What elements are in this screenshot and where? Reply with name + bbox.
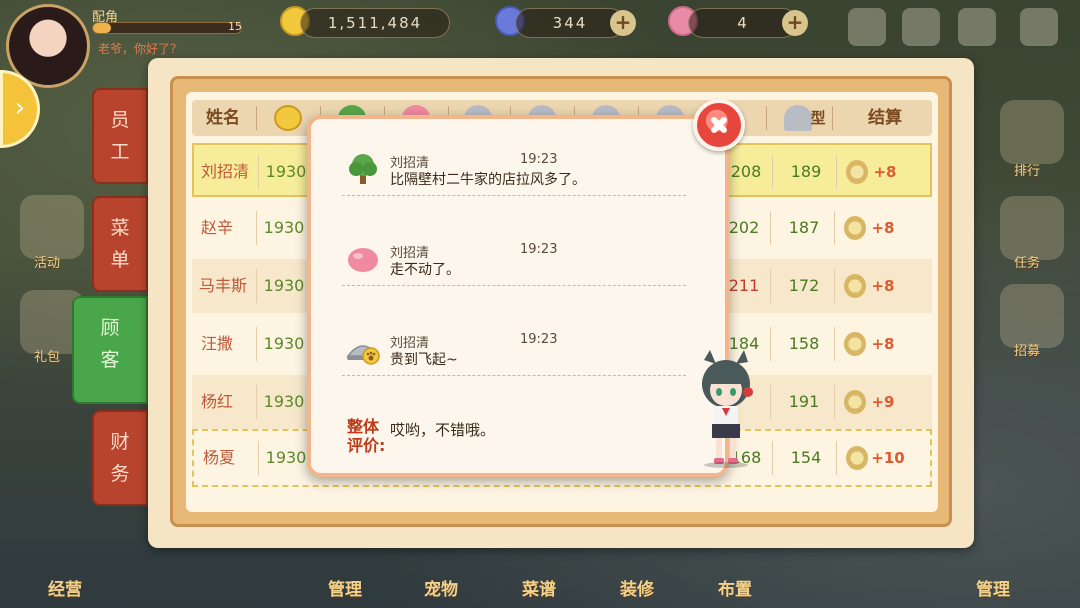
comment-item: 刘招清 19:23 比隔壁村二牛家的店拉风多了。 (342, 116, 686, 196)
customer-value: 1930 (263, 392, 305, 411)
tab-menu[interactable]: 菜 单 (92, 196, 148, 292)
customer-value: 1930 (263, 218, 305, 237)
tab-staff[interactable]: 员 工 (92, 88, 148, 184)
comment-divider (342, 285, 686, 286)
overall-rating-label-line1: 整体 (347, 417, 380, 436)
header-name: 姓名 (206, 108, 240, 128)
medal-icon (846, 446, 868, 470)
customer-name: 马丰斯 (198, 276, 247, 295)
customer-value: 187 (788, 218, 820, 237)
customer-value: 189 (790, 162, 822, 181)
mail-icon[interactable] (902, 8, 940, 46)
peach-icon (348, 248, 378, 272)
paw-coin-icon (274, 105, 302, 131)
nav-admin[interactable]: 管理 (976, 575, 1010, 600)
gem-amount: 344 (515, 8, 625, 38)
close-popup-button[interactable] (693, 99, 745, 151)
customer-value: 191 (788, 392, 820, 411)
customer-total: +8 (871, 277, 895, 295)
nav-recipes[interactable]: 菜谱 (522, 575, 556, 600)
overall-rating-text: 哎哟，不错哦。 (390, 421, 496, 439)
gift-label: 礼包 (34, 350, 61, 365)
medal-icon (844, 332, 866, 356)
customer-total: +9 (871, 393, 895, 411)
medal-icon (846, 160, 868, 184)
customer-total: +8 (871, 335, 895, 353)
header-dish-type: 型 (810, 109, 826, 127)
top-hud: 配角 15 老爷，你好了？ 1,511,484 344 + 4 + (0, 0, 1080, 88)
player-status: 老爷，你好了？ (98, 42, 183, 56)
customer-value: 208 (730, 162, 762, 181)
comment-divider (342, 375, 686, 376)
customer-name: 杨夏 (202, 448, 235, 467)
tab-finance-label-2: 务 (110, 463, 130, 485)
xp-bar (92, 22, 242, 34)
customer-value: 158 (788, 334, 820, 353)
ranking-label: 排行 (1014, 164, 1041, 179)
customer-value: 1930 (265, 448, 307, 467)
medal-icon (844, 216, 866, 240)
activity-icon[interactable] (20, 195, 84, 259)
comment-time: 19:23 (520, 332, 558, 347)
player-level: 15 (228, 20, 242, 33)
comment-time: 19:23 (520, 242, 558, 257)
tab-finance[interactable]: 财 务 (92, 410, 148, 506)
customer-total: +8 (871, 219, 895, 237)
tab-customers-label-1: 顾 (100, 317, 120, 339)
comment-time: 19:23 (520, 152, 558, 167)
tab-staff-label-1: 员 (110, 109, 130, 131)
catgirl-mascot-icon (702, 350, 753, 468)
comment-text: 比隔壁村二牛家的店拉风多了。 (390, 172, 586, 188)
comment-item: 刘招清 19:23 走不动了。 (342, 206, 686, 286)
customer-name: 汪撒 (200, 334, 233, 353)
gold-amount: 1,511,484 (300, 8, 450, 38)
nav-pets[interactable]: 宠物 (424, 575, 458, 600)
customer-total: +8 (873, 163, 897, 181)
overall-rating-label-line2: 评价: (347, 436, 386, 455)
tree-icon (349, 154, 377, 184)
ranking-icon[interactable] (1000, 100, 1064, 164)
customer-value: 172 (788, 276, 820, 295)
comment-text: 走不动了。 (390, 262, 460, 278)
nav-decorate[interactable]: 装修 (620, 575, 654, 600)
customer-value: 1930 (263, 334, 305, 353)
add-hearts-button[interactable]: + (782, 10, 808, 36)
comment-text: 贵到飞起~ (390, 352, 458, 368)
recruit-icon[interactable] (1000, 284, 1064, 348)
customer-total: +10 (871, 449, 905, 467)
task-icon[interactable] (1000, 196, 1064, 260)
paw-dish-icon (346, 345, 380, 365)
activity-label: 活动 (34, 256, 61, 271)
nav-arrange[interactable]: 布置 (718, 575, 752, 600)
add-gems-button[interactable]: + (610, 10, 636, 36)
customer-name: 赵辛 (200, 218, 233, 237)
tab-staff-label-2: 工 (110, 141, 130, 163)
nav-business[interactable]: 经营 (48, 575, 82, 600)
comment-item: 刘招清 19:23 贵到飞起~ (342, 296, 686, 376)
customer-value: 1930 (265, 162, 307, 181)
overall-rating-label: 整体 评价: (347, 417, 387, 455)
tab-customers-label-2: 客 (100, 349, 120, 371)
customer-name: 杨红 (200, 392, 233, 411)
customer-value: 154 (790, 448, 822, 467)
friends-icon[interactable] (848, 8, 886, 46)
recruit-label: 招募 (1014, 344, 1041, 359)
tab-menu-label-1: 菜 (110, 217, 130, 239)
nav-manage[interactable]: 管理 (328, 575, 362, 600)
chat-icon[interactable] (958, 8, 996, 46)
settings-icon[interactable] (1020, 8, 1058, 46)
customer-value: 1930 (263, 276, 305, 295)
customer-name: 刘招清 (200, 162, 249, 181)
tab-customers[interactable]: 顾 客 (72, 296, 148, 404)
tab-menu-label-2: 单 (110, 249, 130, 271)
tab-finance-label-1: 财 (110, 431, 130, 453)
comment-divider (342, 195, 686, 196)
task-label: 任务 (1014, 256, 1041, 271)
medal-icon (844, 390, 866, 414)
header-total: 结算 (868, 108, 902, 128)
medal-icon (844, 274, 866, 298)
